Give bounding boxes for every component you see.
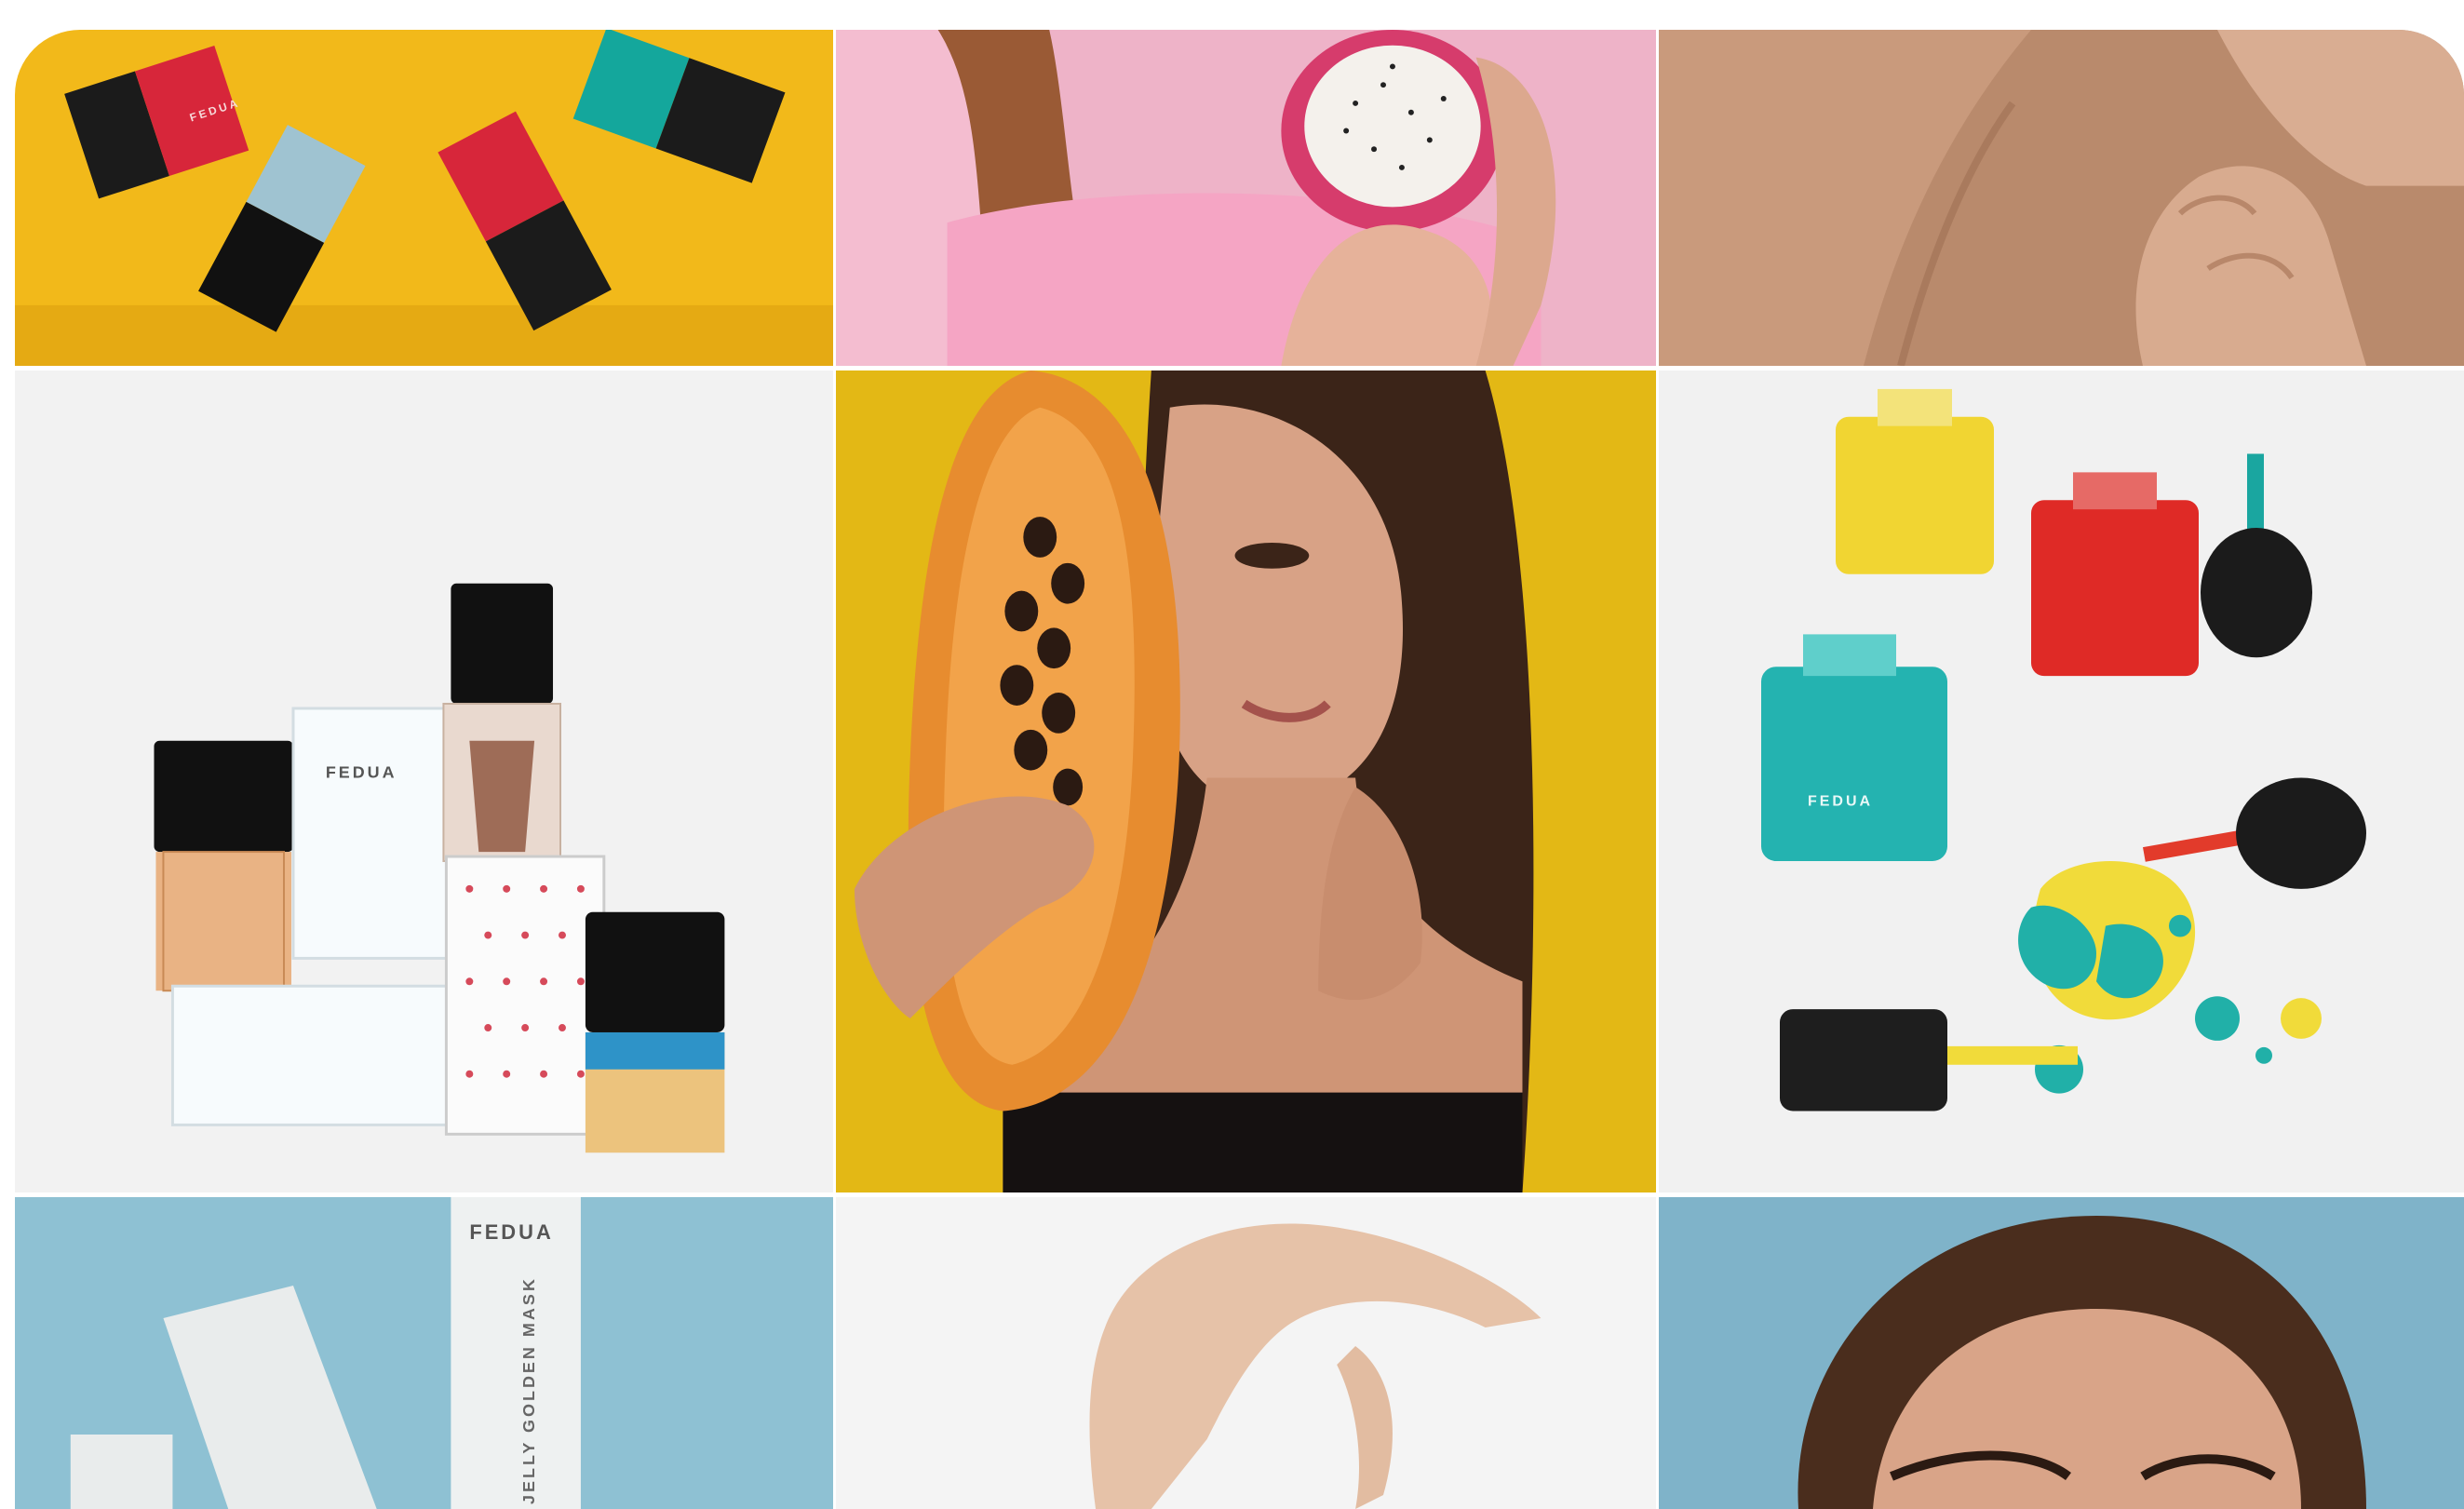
post-image	[836, 371, 1656, 1192]
post-image	[836, 30, 1656, 366]
photo-grid-feed: FEDUA FEDUA FEDUA FEDUA JELLY GOLDEN MAS…	[15, 30, 2464, 1509]
post-tile-skin-closeup[interactable]	[1659, 30, 2464, 371]
post-tile-perfume-set[interactable]: FEDUA	[15, 371, 836, 1197]
post-image: FEDUA JELLY GOLDEN MASK	[15, 1197, 833, 1509]
brand-label: FEDUA	[1808, 793, 1873, 809]
brand-label: FEDUA	[469, 1220, 553, 1244]
post-image: FEDUA	[1659, 371, 2464, 1192]
post-image: FEDUA	[15, 371, 833, 1192]
post-tile-spilled-polish[interactable]: FEDUA	[1659, 371, 2464, 1197]
post-image	[1659, 1197, 2464, 1509]
product-label: JELLY GOLDEN MASK	[519, 1276, 538, 1504]
brand-label: FEDUA	[326, 763, 397, 782]
post-tile-dragon-fruit[interactable]	[836, 30, 1659, 371]
post-tile-tubes-blue[interactable]: FEDUA JELLY GOLDEN MASK	[15, 1197, 836, 1509]
post-tile-nail-polish-bottles[interactable]: FEDUA	[15, 30, 836, 371]
post-image: FEDUA	[15, 30, 833, 366]
post-image	[836, 1197, 1656, 1509]
post-tile-papaya-portrait[interactable]	[836, 371, 1659, 1197]
post-tile-hand-gesture[interactable]	[836, 1197, 1659, 1509]
post-tile-portrait-blue[interactable]	[1659, 1197, 2464, 1509]
post-image	[1659, 30, 2464, 366]
